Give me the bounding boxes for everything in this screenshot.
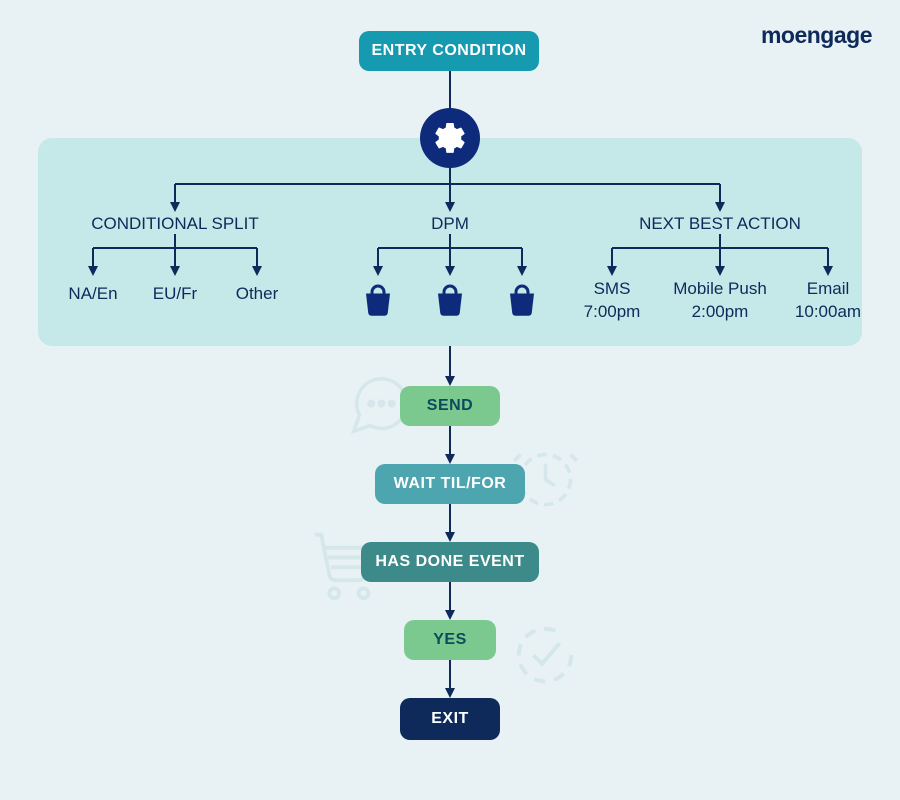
- has-done-event-node: HAS DONE EVENT: [361, 542, 539, 582]
- send-node: SEND: [400, 386, 500, 426]
- flow-diagram: moengage ENTRY CONDITION: [0, 0, 900, 800]
- exit-node: EXIT: [400, 698, 500, 740]
- wait-node: WAIT TIL/FOR: [375, 464, 525, 504]
- yes-node: YES: [404, 620, 496, 660]
